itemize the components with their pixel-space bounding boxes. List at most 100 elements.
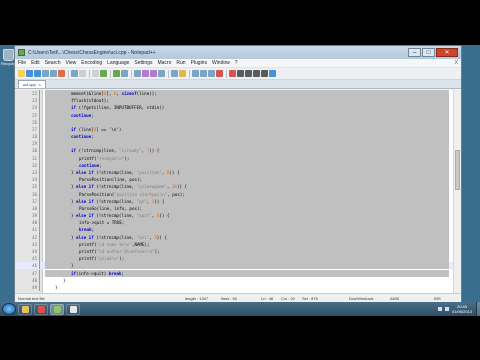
code-line: 27 if (line[0] == '\n') <box>15 125 461 134</box>
volume-icon[interactable] <box>444 307 449 311</box>
toolbar-button-icon[interactable] <box>237 70 244 77</box>
toolbar-separator <box>68 69 69 78</box>
status-col: Col : 20 <box>281 296 295 301</box>
toolbar-separator <box>168 69 169 78</box>
toolbar-button-icon[interactable] <box>121 70 128 77</box>
status-eol: Dos\Windows <box>349 296 374 301</box>
toolbar-button-icon[interactable] <box>208 70 215 77</box>
menu-item-7[interactable]: Macro <box>157 60 171 66</box>
toolbar-separator <box>89 69 90 78</box>
recycle-bin[interactable]: Recycle <box>1 49 15 66</box>
title-bar[interactable]: C:\Users\Ted\...\Chess\ChessEngine\uci.c… <box>15 46 461 59</box>
fold-marker <box>39 219 40 227</box>
status-file-type: Normal text file <box>18 296 45 301</box>
toolbar-button-icon[interactable] <box>229 70 236 77</box>
toolbar-button-icon[interactable] <box>26 70 33 77</box>
selection-highlight <box>45 133 449 141</box>
menu-item-2[interactable]: Search <box>45 60 61 66</box>
fold-marker <box>39 154 40 162</box>
tab-uci-cpp[interactable]: uci.cpp x <box>18 80 46 88</box>
code-text: continue; <box>79 162 102 168</box>
toolbar-button-icon[interactable] <box>253 70 260 77</box>
code-text: ParsePosition(line, pos); <box>79 177 143 183</box>
toolbar-button-icon[interactable] <box>269 70 276 77</box>
taskbar-explorer[interactable] <box>18 303 32 315</box>
fold-marker <box>39 240 40 248</box>
code-line: 36 ParsePosition("position startpos\n", p… <box>15 190 461 198</box>
toolbar-button-icon[interactable] <box>42 70 49 77</box>
line-number: 22 <box>32 91 37 96</box>
toolbar-button-icon[interactable] <box>192 70 199 77</box>
code-editor[interactable]: 22 memset(&line[0], 0, sizeof(line)); 23 ff… <box>15 90 461 293</box>
menu-item-6[interactable]: Settings <box>134 60 152 66</box>
vertical-scrollbar[interactable] <box>453 90 461 293</box>
toolbar-button-icon[interactable] <box>58 70 65 77</box>
line-number: 45 <box>32 256 37 262</box>
letterbox-top <box>0 0 480 45</box>
menu-item-10[interactable]: Window <box>212 60 230 66</box>
code-text: } else if (!strncmp(line, "quit", 4)) { <box>71 213 170 219</box>
toolbar-button-icon[interactable] <box>150 70 157 77</box>
menu-item-8[interactable]: Run <box>176 60 185 66</box>
fold-marker <box>39 161 40 169</box>
menu-item-1[interactable]: Edit <box>31 60 40 66</box>
toolbar-button-icon[interactable] <box>100 70 107 77</box>
menu-item-0[interactable]: File <box>18 60 26 66</box>
taskbar-media[interactable] <box>66 303 80 315</box>
fold-marker <box>39 197 40 205</box>
toolbar-button-icon[interactable] <box>158 70 165 77</box>
toolbar-button-icon[interactable] <box>113 70 120 77</box>
fold-marker <box>39 97 40 105</box>
toolbar-button-icon[interactable] <box>142 70 149 77</box>
menu-item-4[interactable]: Encoding <box>81 60 102 66</box>
menu-item-9[interactable]: Plugins <box>191 60 207 66</box>
menu-item-5[interactable]: Language <box>107 60 129 66</box>
code-line: 32 continue; <box>15 161 461 169</box>
tab-close-icon[interactable]: x <box>39 82 41 87</box>
media-icon <box>69 305 77 313</box>
code-line: 25 continue; <box>15 111 461 119</box>
code-line: 33} else if (!strncmp(line, "position", … <box>15 168 461 177</box>
scrollbar-thumb[interactable] <box>455 150 460 190</box>
start-button[interactable] <box>2 303 16 315</box>
fold-marker <box>39 125 40 134</box>
line-number: 24 <box>32 105 37 111</box>
close-button[interactable]: ✕ <box>436 48 458 57</box>
clock[interactable]: 20:45 01/06/2013 <box>452 304 472 314</box>
toolbar-button-icon[interactable] <box>216 70 223 77</box>
toolbar-button-icon[interactable] <box>200 70 207 77</box>
maximize-button[interactable]: □ <box>422 48 435 57</box>
network-icon[interactable] <box>437 307 442 311</box>
taskbar-notepadpp[interactable] <box>50 303 64 315</box>
line-number: 43 <box>32 241 37 247</box>
toolbar-button-icon[interactable] <box>261 70 268 77</box>
minimize-button[interactable]: – <box>408 48 421 57</box>
toolbar-button-icon[interactable] <box>92 70 99 77</box>
menu-item-3[interactable]: View <box>66 60 77 66</box>
toolbar-button-icon[interactable] <box>245 70 252 77</box>
code-text: ParsePosition("position startpos\n", pos… <box>79 191 185 197</box>
code-text: } <box>55 284 58 290</box>
toolbar-button-icon[interactable] <box>18 70 25 77</box>
code-line: 24 if (!fgets(line, INPUTBUFFER, stdin)) <box>15 104 461 112</box>
line-number: 44 <box>32 248 37 254</box>
menu-item-11[interactable]: ? <box>235 60 238 66</box>
selection-highlight <box>45 111 449 119</box>
toolbar-button-icon[interactable] <box>179 70 186 77</box>
code-text: if (line[0] == '\n') <box>71 126 122 132</box>
toolbar-button-icon[interactable] <box>134 70 141 77</box>
taskbar-chrome[interactable] <box>34 303 48 315</box>
toolbar-button-icon[interactable] <box>171 70 178 77</box>
code-text: } <box>63 277 66 283</box>
show-desktop-button[interactable] <box>476 302 480 316</box>
toolbar-button-icon[interactable] <box>50 70 57 77</box>
fold-marker <box>39 283 40 292</box>
toolbar-button-icon[interactable] <box>79 70 86 77</box>
toolbar-button-icon[interactable] <box>71 70 78 77</box>
menu-close-button[interactable]: X <box>455 60 458 66</box>
toolbar-button-icon[interactable] <box>34 70 41 77</box>
code-line: 30 if (!strncmp(line, "isready", 7)) { <box>15 147 461 155</box>
code-line: 34 ParsePosition(line, pos); <box>15 176 461 184</box>
fold-marker <box>39 262 40 270</box>
fold-marker <box>39 104 40 112</box>
